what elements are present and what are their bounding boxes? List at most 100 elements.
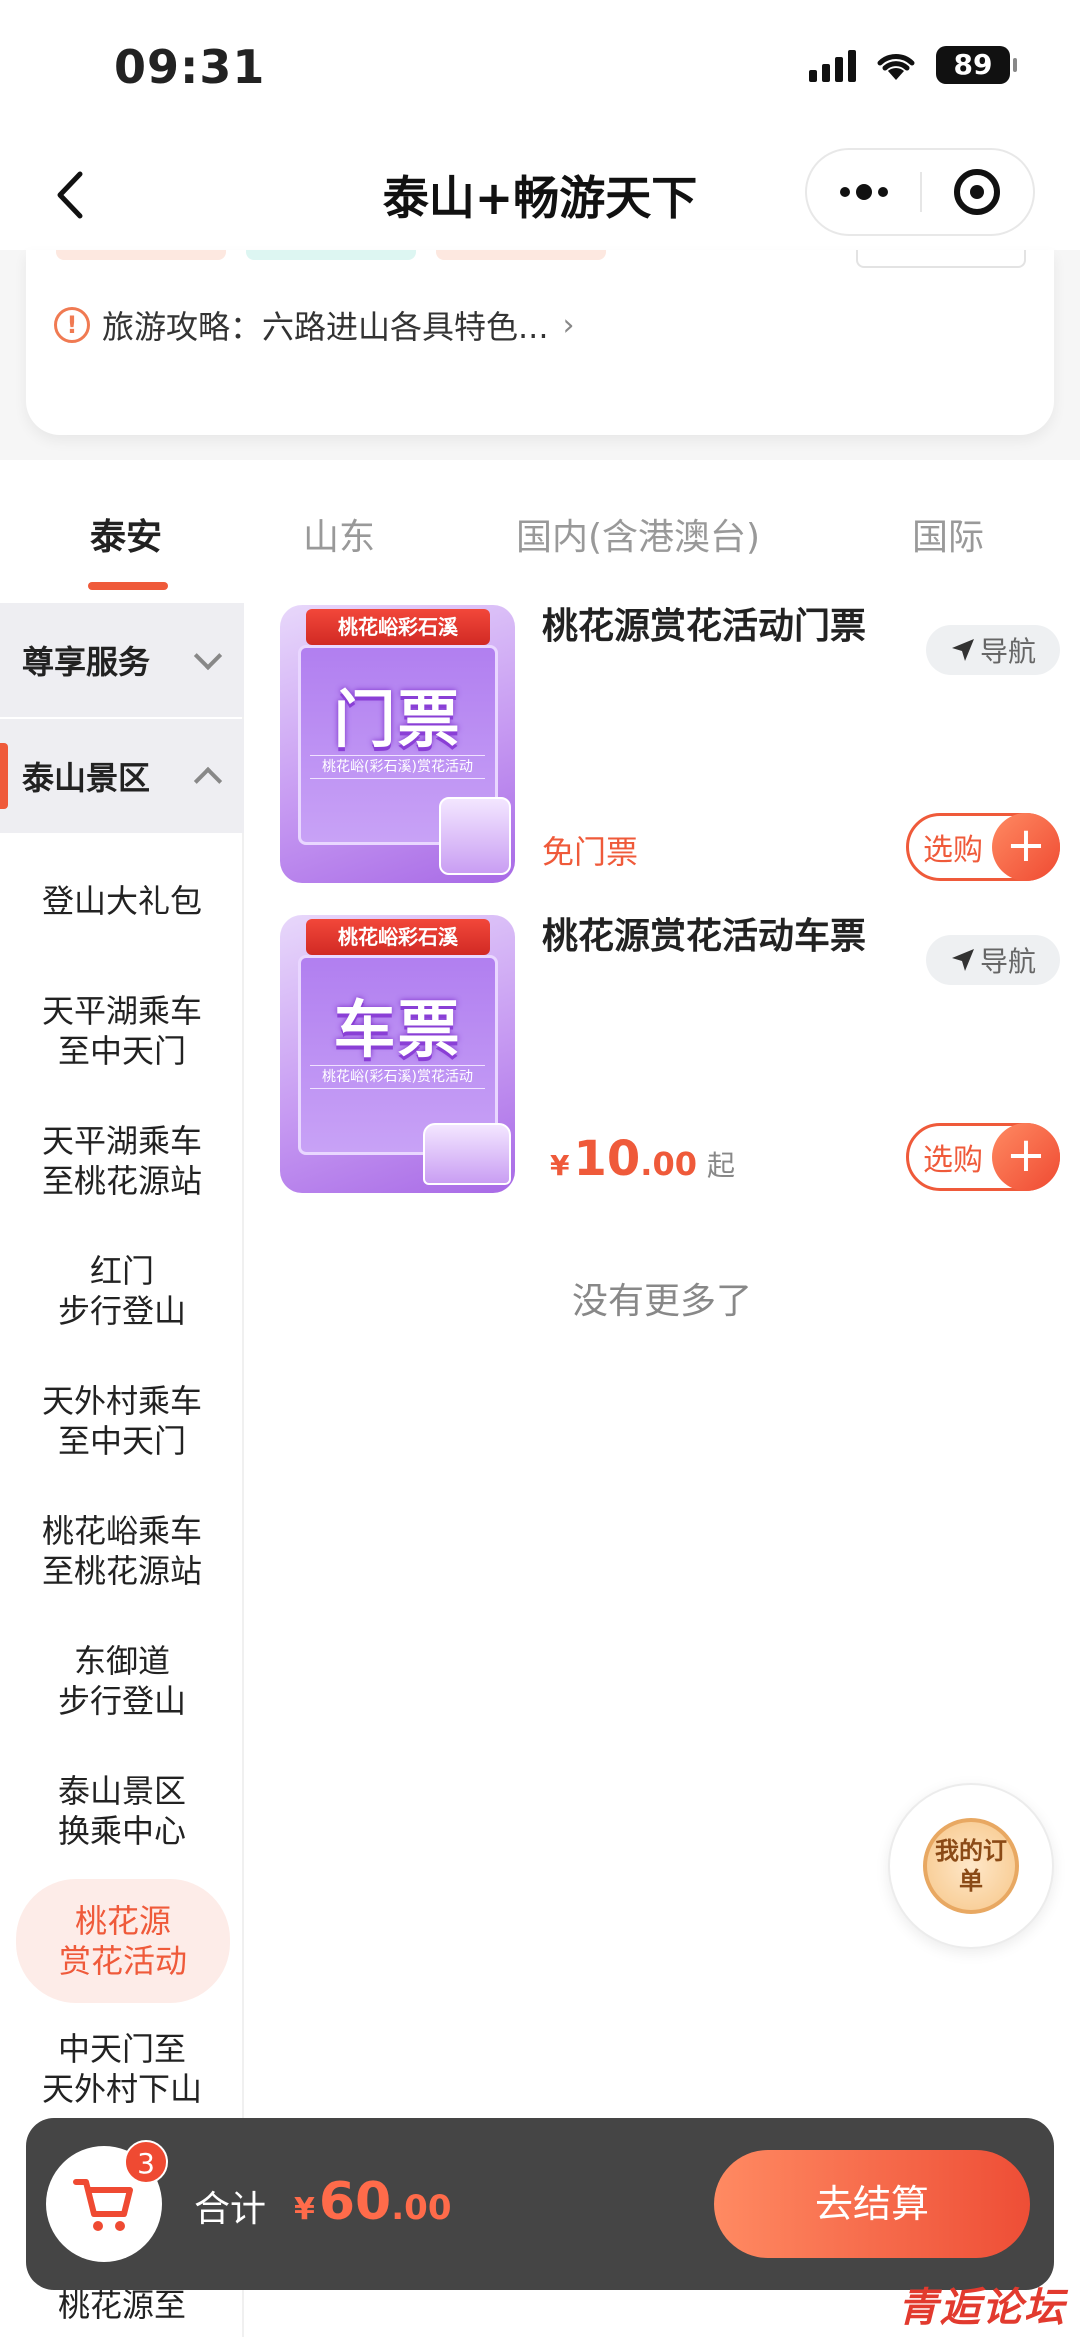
- sidebar-item[interactable]: 桃花源至: [0, 2285, 244, 2325]
- sidebar-item[interactable]: 天平湖乘车 至桃花源站: [0, 1121, 244, 1201]
- travel-guide-link[interactable]: ! 旅游攻略：六路进山各具特色... ›: [54, 302, 575, 348]
- buy-label: 选购: [923, 1143, 983, 1178]
- sidebar-item-label: 桃花源至: [57, 2286, 186, 2324]
- sidebar-group-taishan[interactable]: 泰山景区: [0, 719, 244, 833]
- alert-icon: !: [54, 307, 90, 343]
- sidebar-item-label: 登山大礼包: [41, 882, 202, 920]
- checkout-button[interactable]: 去结算: [714, 2150, 1030, 2258]
- sidebar-item[interactable]: 红门 步行登山: [0, 1251, 244, 1331]
- product-price: ¥ 10 .00 起: [550, 1131, 735, 1187]
- sidebar-item-label: 赏花活动: [58, 1942, 187, 1980]
- shopping-cart-icon: [73, 2179, 133, 2231]
- thumb-subtitle: 桃花峪(彩石溪)赏花活动: [310, 1065, 485, 1089]
- sidebar-item-label: 桃花峪乘车: [41, 1512, 202, 1550]
- battery-icon: 89: [936, 46, 1017, 84]
- navigate-button[interactable]: 导航: [926, 625, 1060, 675]
- product-card[interactable]: 桃花峪彩石溪 门票 桃花峪(彩石溪)赏花活动 桃花源赏花活动门票 导航 免门票 …: [280, 605, 1060, 890]
- chevron-down-icon: [193, 641, 223, 671]
- product-card[interactable]: 桃花峪彩石溪 车票 桃花峪(彩石溪)赏花活动 桃花源赏花活动车票 导航 ¥ 10…: [280, 915, 1060, 1200]
- sidebar-group-premium[interactable]: 尊享服务: [0, 603, 244, 717]
- wifi-icon: [877, 54, 915, 80]
- currency-symbol: ¥: [550, 1149, 570, 1182]
- sidebar-item-label: 至中天门: [57, 1422, 186, 1460]
- my-orders-button[interactable]: 我的订单: [888, 1783, 1054, 1949]
- status-bar: 09:31 89: [0, 0, 1080, 140]
- thumb-ribbon: 桃花峪彩石溪: [306, 609, 490, 645]
- chevron-right-icon: ›: [562, 307, 575, 343]
- sidebar-group-label: 尊享服务: [22, 643, 151, 681]
- sidebar-item-label: 泰山景区: [57, 1772, 186, 1810]
- buy-label: 选购: [923, 833, 983, 868]
- close-target-icon: [954, 169, 1001, 215]
- sidebar-item[interactable]: 天平湖乘车 至中天门: [0, 991, 244, 1071]
- region-tabs: 泰安 山东 国内(含港澳台) 国际: [0, 470, 1080, 600]
- tag-strip: [436, 250, 606, 260]
- cart-count-badge: 3: [124, 2140, 168, 2184]
- sidebar-item[interactable]: 中天门至 天外村下山: [0, 2029, 244, 2109]
- thumb-title: 门票: [333, 683, 462, 756]
- thumb-subtitle: 桃花峪(彩石溪)赏花活动: [310, 755, 485, 779]
- ticket-icon: [439, 797, 511, 875]
- sidebar-item[interactable]: 泰山景区 换乘中心: [0, 1771, 244, 1851]
- total-label: 合计: [194, 2189, 267, 2230]
- product-name: 桃花源赏花活动车票: [542, 916, 867, 957]
- tab-indicator: [88, 582, 168, 590]
- sidebar-item[interactable]: 东御道 步行登山: [0, 1641, 244, 1721]
- sidebar-item-label: 中天门至: [57, 2030, 186, 2068]
- sidebar-item-label: 天平湖乘车: [41, 992, 202, 1030]
- navigate-label: 导航: [979, 945, 1036, 978]
- total-decimal: .00: [391, 2188, 452, 2228]
- sidebar-item[interactable]: 桃花峪乘车 至桃花源站: [0, 1511, 244, 1591]
- close-button[interactable]: [922, 169, 1033, 215]
- price-decimal: .00: [640, 1145, 697, 1183]
- select-buy-button[interactable]: 选购 +: [906, 813, 1060, 881]
- thumb-ribbon: 桃花峪彩石溪: [306, 919, 490, 955]
- sidebar-item-label: 换乘中心: [57, 1812, 186, 1850]
- sidebar-item-label: 红门: [89, 1252, 154, 1290]
- chevron-up-icon: [193, 766, 223, 796]
- currency-symbol: ¥: [294, 2192, 315, 2227]
- tab-domestic[interactable]: 国内(含港澳台): [516, 508, 760, 560]
- category-sidebar: 尊享服务 泰山景区 登山大礼包 天平湖乘车 至中天门 天平湖乘车 至桃花源站 红…: [0, 603, 244, 2337]
- sidebar-group-label: 泰山景区: [22, 759, 151, 797]
- tab-shandong[interactable]: 山东: [303, 508, 375, 560]
- status-icons: 89: [809, 46, 1017, 84]
- tag-strip: [246, 250, 416, 260]
- sidebar-item-label: 步行登山: [57, 1682, 186, 1720]
- total-price: ¥ 60 .00: [294, 2172, 451, 2232]
- sidebar-item-label: 至中天门: [57, 1032, 186, 1070]
- select-buy-button[interactable]: 选购 +: [906, 1123, 1060, 1191]
- sidebar-item[interactable]: 天外村乘车 至中天门: [0, 1381, 244, 1461]
- sidebar-item-label: 天平湖乘车: [41, 1122, 202, 1160]
- product-name: 桃花源赏花活动门票: [542, 606, 867, 647]
- sidebar-item-label: 天外村下山: [41, 2070, 202, 2108]
- tag-strip: [56, 250, 226, 260]
- checkout-bar: 3 合计 ¥ 60 .00 去结算: [26, 2118, 1054, 2290]
- more-button[interactable]: [807, 184, 920, 200]
- thumb-title: 车票: [333, 993, 462, 1066]
- sidebar-item-label: 步行登山: [57, 1292, 186, 1330]
- navigate-button[interactable]: 导航: [926, 935, 1060, 985]
- cart-button[interactable]: 3: [46, 2140, 168, 2262]
- total-integer: 60: [318, 2172, 392, 2232]
- selected-accent: [0, 743, 8, 809]
- sidebar-item-label: 桃花源: [74, 1902, 171, 1940]
- no-more-text: 没有更多了: [571, 1281, 752, 1322]
- price-label: 免门票: [542, 833, 639, 871]
- price-integer: 10: [573, 1131, 641, 1187]
- sidebar-item-label: 天外村乘车: [41, 1382, 202, 1420]
- sidebar-item[interactable]: 登山大礼包: [0, 881, 244, 921]
- tab-international[interactable]: 国际: [912, 508, 984, 560]
- mini-program-capsule: [805, 148, 1035, 236]
- signal-icon: [809, 48, 856, 82]
- navigation-arrow-icon: [951, 949, 974, 971]
- sidebar-item-selected[interactable]: 桃花源 赏花活动: [16, 1879, 230, 2003]
- sidebar-item-label: 东御道: [73, 1642, 170, 1680]
- travel-guide-text: 旅游攻略：六路进山各具特色...: [102, 308, 549, 346]
- forum-watermark: 青逅论坛: [898, 2285, 1066, 2331]
- tab-taian[interactable]: 泰安: [90, 508, 162, 560]
- plus-icon: +: [992, 1123, 1060, 1191]
- bus-icon: [423, 1123, 511, 1185]
- sidebar-item-label: 至桃花源站: [41, 1552, 202, 1590]
- status-time: 09:31: [114, 40, 266, 94]
